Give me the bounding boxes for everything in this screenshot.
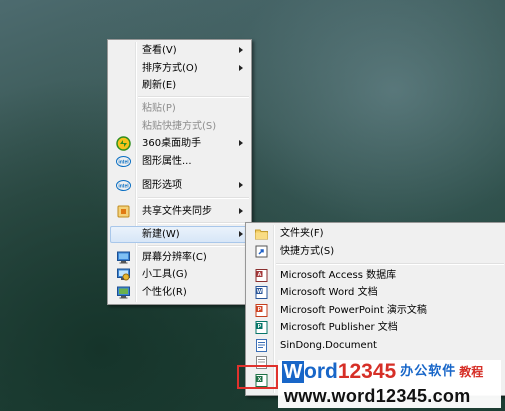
menu-item-shared-folder-sync[interactable]: 共享文件夹同步 [110,203,249,220]
logo-number: 12345 [337,360,397,383]
submenu-item-shortcut[interactable]: 快捷方式(S) [248,243,504,260]
menu-item-label: 个性化(R) [142,287,187,298]
monitor-icon [116,250,131,265]
menu-item-sort-by[interactable]: 排序方式(O) [110,60,249,77]
logo-letter: W [282,361,304,383]
menu-item-label: 刷新(E) [142,80,177,91]
menu-item-paste-shortcut: 粘贴快捷方式(S) [110,118,249,135]
360-helper-icon [116,136,131,151]
menu-item-label: SinDong.Document [280,340,377,351]
menu-item-label: 查看(V) [142,45,177,56]
menu-item-label: 粘贴快捷方式(S) [142,121,217,132]
menu-item-label: 360桌面助手 [142,138,202,149]
submenu-item-powerpoint[interactable]: P Microsoft PowerPoint 演示文稿 [248,302,504,319]
submenu-arrow-icon [239,231,243,237]
submenu-arrow-icon [239,47,243,53]
intel-icon: intel [116,178,131,193]
submenu-item-word-doc[interactable]: W Microsoft Word 文档 [248,284,504,301]
menu-item-paste: 粘贴(P) [110,100,249,117]
menu-separator [276,263,504,265]
menu-item-label: 小工具(G) [142,269,188,280]
menu-item-refresh[interactable]: 刷新(E) [110,77,249,94]
menu-separator [138,222,249,224]
menu-item-gadgets[interactable]: 小工具(G) [110,266,249,283]
menu-item-label: Microsoft Word 文档 [280,287,378,298]
submenu-item-access-db[interactable]: A Microsoft Access 数据库 [248,267,504,284]
publisher-icon: P [254,320,269,335]
menu-item-label: 共享文件夹同步 [142,206,212,217]
document-icon [254,338,269,353]
submenu-arrow-icon [239,182,243,188]
menu-item-label: Microsoft PowerPoint 演示文稿 [280,305,427,316]
menu-item-label: 排序方式(O) [142,63,198,74]
svg-text:intel: intel [118,160,129,166]
menu-item-personalize[interactable]: 个性化(R) [110,284,249,301]
folder-sync-icon [116,204,131,219]
logo-word: ord [304,360,338,383]
watermark-logo: Word12345 办公软件 教程 [282,360,483,384]
submenu-arrow-icon [239,208,243,214]
word-icon: W [254,285,269,300]
submenu-item-sindong-document[interactable]: SinDong.Document [248,337,504,354]
svg-text:P: P [258,324,262,330]
gadgets-icon [116,267,131,282]
access-icon: A [254,268,269,283]
submenu-arrow-icon [239,65,243,71]
menu-item-label: 文件夹(F) [280,228,324,239]
menu-item-view[interactable]: 查看(V) [110,42,249,59]
menu-item-label: Microsoft Access 数据库 [280,270,397,281]
svg-text:W: W [257,289,263,295]
menu-item-360-desktop-helper[interactable]: 360桌面助手 [110,135,249,152]
folder-icon [254,226,269,241]
submenu-item-folder[interactable]: 文件夹(F) [248,225,504,242]
highlight-annotation-box [237,365,278,389]
submenu-arrow-icon [239,140,243,146]
menu-separator [138,245,249,247]
powerpoint-icon: P [254,303,269,318]
menu-item-label: 新建(W) [142,229,180,240]
menu-item-label: 屏幕分辨率(C) [142,252,207,263]
menu-item-new[interactable]: 新建(W) [110,226,249,243]
menu-item-label: 粘贴(P) [142,103,176,114]
menu-item-screen-resolution[interactable]: 屏幕分辨率(C) [110,249,249,266]
menu-item-label: 图形属性... [142,156,192,167]
shortcut-icon [254,244,269,259]
svg-text:A: A [258,272,262,278]
intel-icon: intel [116,154,131,169]
menu-item-label: 快捷方式(S) [280,246,335,257]
logo-chinese: 办公软件 [400,364,457,379]
svg-text:intel: intel [118,184,129,190]
logo-tutorial: 教程 [459,365,484,379]
menu-separator [138,96,249,98]
menu-item-label: Microsoft Publisher 文档 [280,322,398,333]
submenu-item-publisher[interactable]: P Microsoft Publisher 文档 [248,319,504,336]
personalize-icon [116,285,131,300]
menu-item-graphics-properties[interactable]: intel 图形属性... [110,153,249,170]
menu-separator [138,197,249,199]
watermark-banner: Word12345 办公软件 教程 www.word12345.com [278,360,501,408]
watermark-url: www.word12345.com [284,386,471,406]
desktop-context-menu: 查看(V) 排序方式(O) 刷新(E) 粘贴(P) 粘贴快捷方式(S) 360桌… [107,39,252,305]
menu-item-label: 图形选项 [142,180,182,191]
svg-text:P: P [258,307,262,313]
menu-item-graphics-options[interactable]: intel 图形选项 [110,177,249,194]
